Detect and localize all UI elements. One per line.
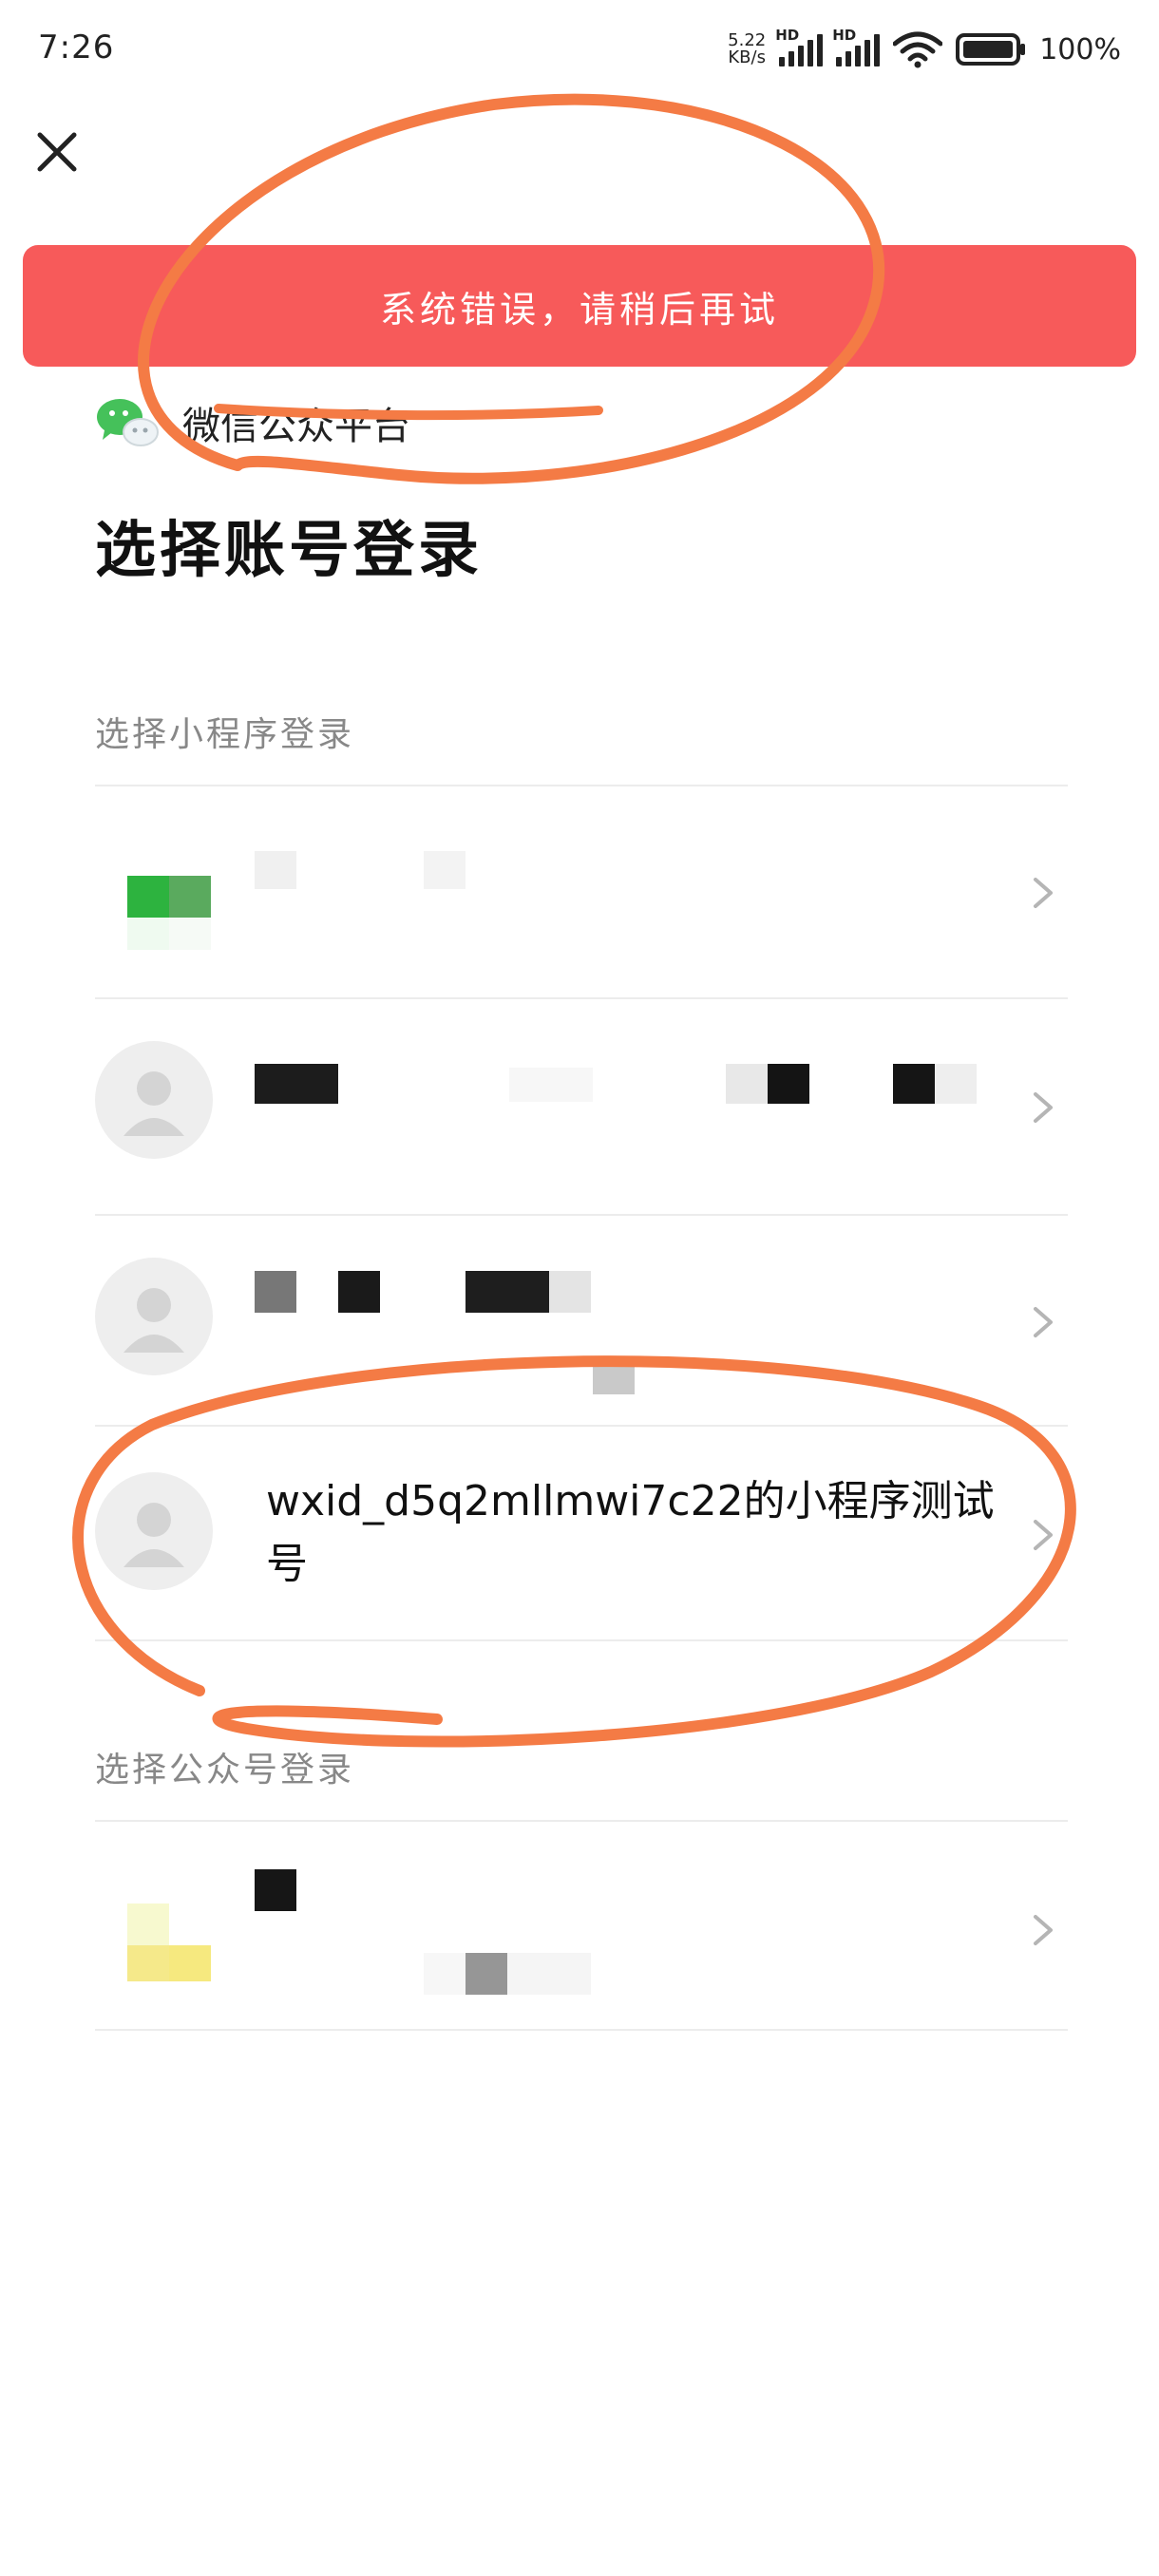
status-indicators: 5.22 KB/s HD HD 100% — [728, 27, 1121, 72]
platform-name: 微信公众平台 — [182, 405, 410, 448]
blurred-name-block — [768, 1064, 809, 1104]
error-toast: 系统错误，请稍后再试 — [23, 245, 1136, 367]
chevron-right-icon — [1034, 1092, 1053, 1123]
blurred-name-block — [255, 1064, 338, 1104]
blurred-name-block — [593, 1356, 635, 1394]
page-title: 选择账号登录 — [95, 516, 483, 586]
blurred-name-block — [893, 1064, 935, 1104]
chevron-right-icon — [1034, 878, 1053, 908]
mini-program-list: wxid_d5q2mllmwi7c22的小程序测试号 — [95, 785, 1068, 1641]
official-account-item-1[interactable] — [95, 1820, 1068, 2031]
close-icon — [37, 132, 77, 172]
mini-program-item-1[interactable] — [95, 785, 1068, 997]
blurred-name-block — [255, 1271, 296, 1313]
default-avatar-icon — [95, 1472, 213, 1590]
default-avatar-icon — [95, 1041, 213, 1159]
blurred-name-block — [935, 1064, 977, 1104]
official-account-section-label: 选择公众号登录 — [95, 1751, 355, 1790]
chevron-right-icon — [1034, 1915, 1053, 1945]
mini-program-avatar-1 — [95, 832, 213, 950]
battery-icon — [956, 32, 1026, 66]
signal-strength-icon: HD — [775, 27, 824, 66]
blurred-name-block — [466, 1271, 549, 1313]
blurred-name-block — [549, 1271, 591, 1313]
official-account-avatar-1 — [95, 1864, 213, 1981]
chevron-right-icon — [1034, 1307, 1053, 1337]
blurred-name-block — [255, 851, 296, 889]
mini-program-name: wxid_d5q2mllmwi7c22的小程序测试号 — [266, 1477, 995, 1588]
error-message: 系统错误，请稍后再试 — [379, 288, 779, 331]
network-speed: 5.22 KB/s — [728, 32, 766, 66]
blurred-name-block — [509, 1068, 593, 1102]
wechat-logo-icon — [97, 399, 159, 446]
wifi-icon — [893, 30, 943, 68]
signal-strength-2-icon: HD — [832, 27, 881, 66]
blurred-name-block — [255, 1869, 296, 1911]
close-button[interactable] — [28, 123, 86, 180]
signal-hd-label-2: HD — [832, 27, 857, 44]
official-account-list — [95, 1820, 1068, 2031]
mini-program-item-4[interactable]: wxid_d5q2mllmwi7c22的小程序测试号 — [95, 1425, 1068, 1641]
mini-program-item-3[interactable] — [95, 1214, 1068, 1425]
platform-header: 微信公众平台 — [95, 389, 410, 456]
status-time: 7:26 — [38, 28, 115, 66]
blurred-name-block — [424, 1953, 466, 1995]
default-avatar-icon — [95, 1258, 213, 1375]
blurred-name-block — [424, 851, 466, 889]
chevron-right-icon — [1034, 1520, 1053, 1550]
blurred-name-block — [507, 1953, 591, 1995]
status-bar: 7:26 5.22 KB/s HD HD 100% — [0, 0, 1159, 104]
signal-hd-label: HD — [775, 27, 800, 44]
mini-program-item-2[interactable] — [95, 997, 1068, 1214]
network-speed-unit: KB/s — [728, 47, 766, 67]
blurred-name-block — [466, 1953, 507, 1995]
blurred-name-block — [338, 1271, 380, 1313]
mini-program-section-label: 选择小程序登录 — [95, 715, 355, 754]
battery-percent: 100% — [1039, 32, 1121, 66]
